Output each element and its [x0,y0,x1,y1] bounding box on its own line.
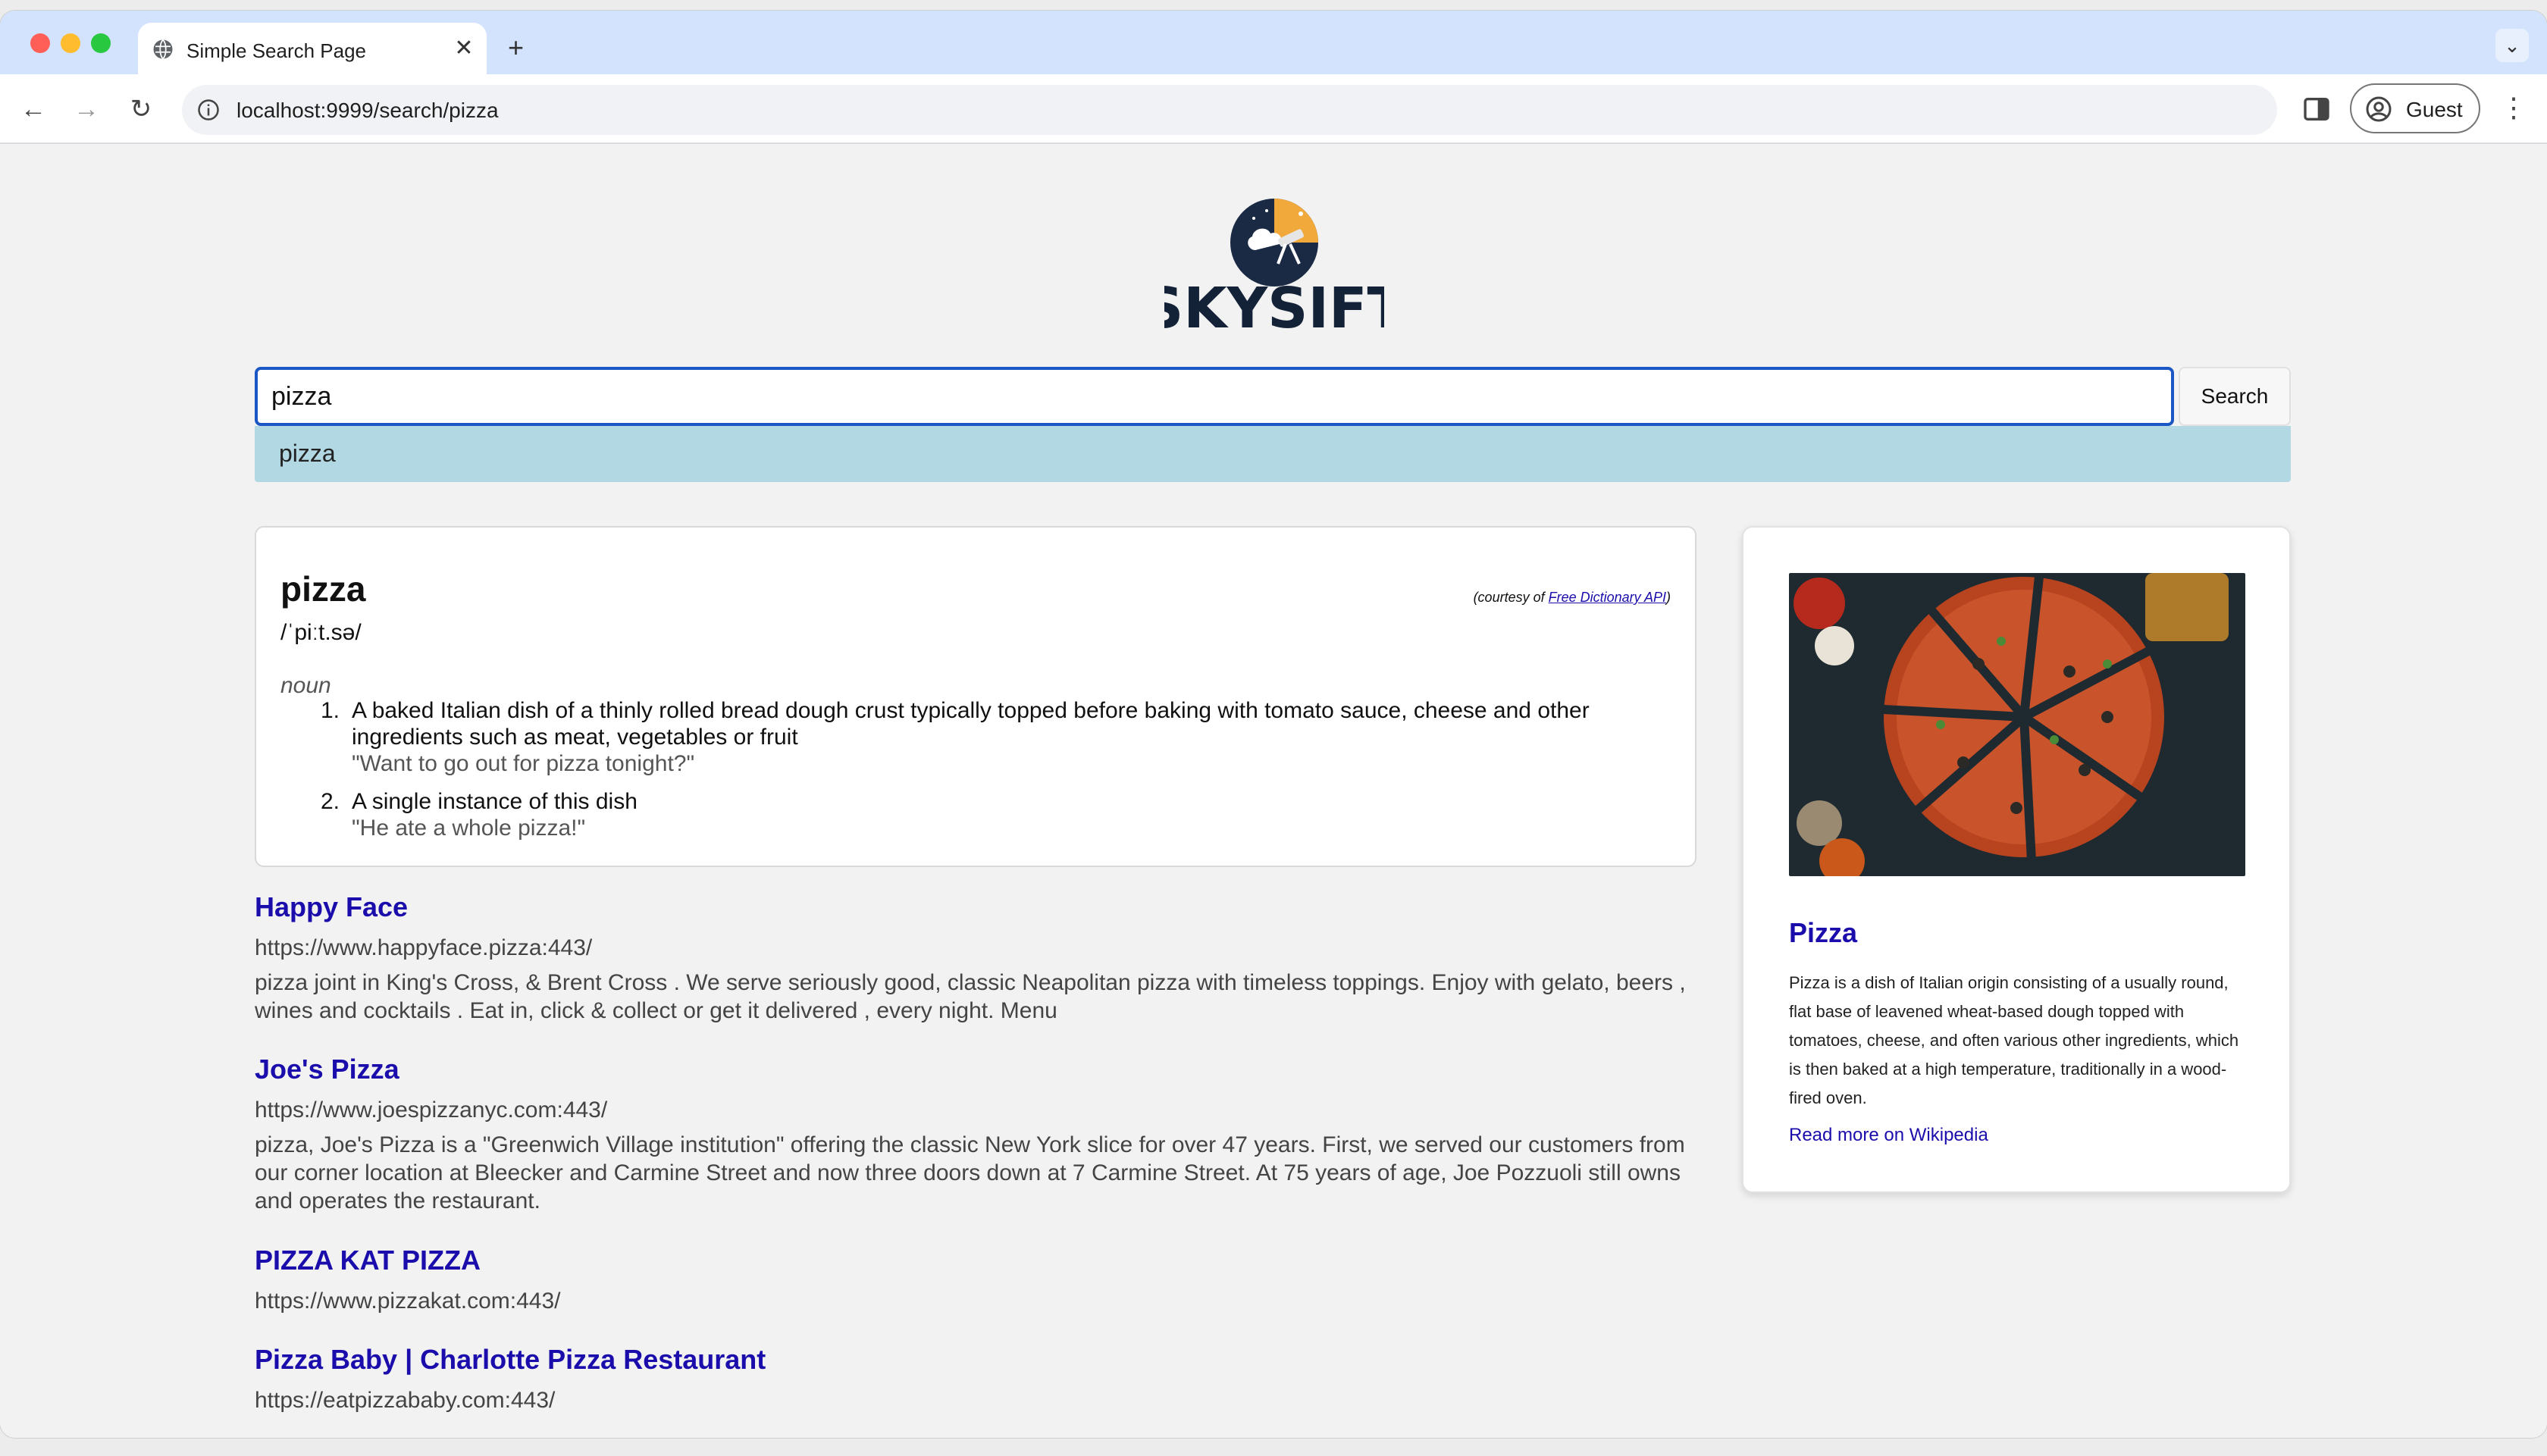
result-snippet: pizza joint in King's Cross, & Brent Cro… [255,970,1686,1023]
profile-label: Guest [2406,98,2463,121]
address-bar[interactable]: localhost:9999/search/pizza [182,85,2277,135]
definition-example: "He ate a whole pizza!" [352,816,586,841]
maximize-window-button[interactable] [91,33,111,53]
browser-window: Simple Search Page ✕ + ⌄ ← → ↻ localhost… [0,11,2547,1438]
definition-text: A single instance of this dish [352,789,638,814]
skysift-logo: SKYSIFT [1164,199,1384,333]
info-icon[interactable] [197,99,220,121]
definition-text: A baked Italian dish of a thinly rolled … [352,698,1590,750]
autocomplete-suggestion[interactable]: pizza [255,426,2291,482]
definition-example: "Want to go out for pizza tonight?" [352,751,695,776]
globe-icon [153,39,173,60]
minimize-window-button[interactable] [61,33,80,53]
result-title-link[interactable]: Happy Face [255,891,1710,923]
result-snippet: pizza, Joe's Pizza is a "Greenwich Villa… [255,1132,1685,1213]
result-title-link[interactable]: Pizza Baby | Charlotte Pizza Restaurant [255,1344,1710,1376]
free-dictionary-api-link[interactable]: Free Dictionary API [1549,590,1666,605]
profile-button[interactable]: Guest [2350,83,2480,133]
tab-close-icon[interactable]: ✕ [452,36,476,61]
browser-toolbar: ← → ↻ localhost:9999/search/pizza Guest … [0,74,2547,144]
definition-item: 2. A single instance of this dish "He at… [309,788,1674,841]
dictionary-phonetic: /ˈpiːt.sə/ [280,620,362,645]
wiki-title-link[interactable]: Pizza [1789,917,1857,949]
kebab-menu-icon[interactable]: ⋮ [2498,91,2529,124]
pizza-image [1789,573,2245,876]
reload-icon[interactable]: ↻ [124,92,158,126]
search-button[interactable]: Search [2179,367,2291,426]
courtesy-suffix: ) [1666,590,1671,605]
wiki-read-more-link[interactable]: Read more on Wikipedia [1789,1125,1988,1146]
search-result: Happy Face https://www.happyface.pizza:4… [255,891,1710,1025]
wiki-description: Pizza is a dish of Italian origin consis… [1789,973,2239,1107]
dictionary-card: pizza (courtesy of Free Dictionary API) … [255,526,1696,867]
logo-text: SKYSIFT [1164,276,1384,333]
wikipedia-card: Pizza Pizza is a dish of Italian origin … [1742,526,2291,1193]
tab-search-chevron-icon[interactable]: ⌄ [2495,29,2529,62]
search-input[interactable] [255,367,2174,426]
definition-item: 1. A baked Italian dish of a thinly roll… [309,697,1674,777]
result-url: https://www.happyface.pizza:443/ [255,935,593,960]
result-url: https://eatpizzababy.com:443/ [255,1388,556,1413]
profile-icon [2366,96,2392,122]
search-result: Joe's Pizza https://www.joespizzanyc.com… [255,1054,1710,1215]
tab-bar: Simple Search Page ✕ + ⌄ [0,11,2547,74]
new-tab-button[interactable]: + [508,34,524,61]
url-text: localhost:9999/search/pizza [237,99,499,122]
part-of-speech: noun [280,673,331,698]
page-content: SKYSIFT Search pizza pizza (courtesy of … [0,146,2547,1438]
result-url: https://www.joespizzanyc.com:443/ [255,1097,608,1123]
tab-active[interactable]: Simple Search Page ✕ [138,23,487,74]
back-icon[interactable]: ← [17,92,50,126]
tab-title: Simple Search Page [186,39,367,62]
dictionary-word: pizza [280,569,366,609]
side-panel-icon[interactable] [2301,94,2332,124]
result-url: https://www.pizzakat.com:443/ [255,1288,561,1314]
search-result: PIZZA KAT PIZZA https://www.pizzakat.com… [255,1245,1710,1314]
definition-number: 1. [320,698,340,723]
courtesy-prefix: (courtesy of [1473,590,1549,605]
dictionary-courtesy: (courtesy of Free Dictionary API) [1474,590,1671,606]
result-title-link[interactable]: Joe's Pizza [255,1054,1710,1085]
forward-icon[interactable]: → [70,92,103,126]
definition-number: 2. [320,789,340,814]
close-window-button[interactable] [30,33,50,53]
result-title-link[interactable]: PIZZA KAT PIZZA [255,1245,1710,1276]
search-result: Pizza Baby | Charlotte Pizza Restaurant … [255,1344,1710,1414]
